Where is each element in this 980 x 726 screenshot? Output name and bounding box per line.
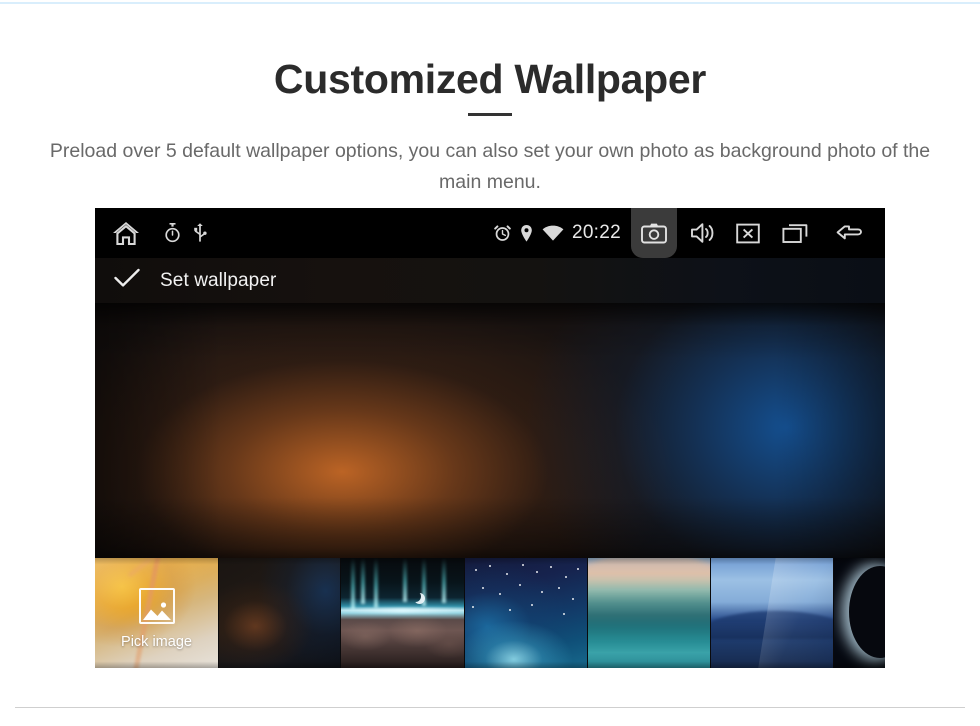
image-picker-icon <box>138 588 175 624</box>
android-screenshot-frame: 20:22 Set wallpaper Pick image <box>95 208 885 668</box>
status-bar-right-group: 20:22 <box>490 208 885 258</box>
title-accent-rule <box>468 113 512 116</box>
thumbnail-image-2 <box>341 558 464 668</box>
camera-icon[interactable] <box>631 208 677 258</box>
thumbnail-image-6 <box>834 558 885 668</box>
list-item[interactable] <box>588 558 710 668</box>
list-item[interactable] <box>711 558 833 668</box>
bottom-divider <box>15 707 965 708</box>
check-icon[interactable] <box>113 267 141 294</box>
home-icon[interactable] <box>95 219 157 247</box>
volume-icon[interactable] <box>681 222 725 244</box>
action-bar-title: Set wallpaper <box>160 269 277 291</box>
thumbnail-image-3 <box>465 558 587 668</box>
android-status-bar: 20:22 <box>95 208 885 258</box>
earth-surface <box>341 615 464 668</box>
thumbnail-image-1 <box>219 558 340 668</box>
wave-arc <box>588 558 710 668</box>
list-item[interactable] <box>834 558 885 668</box>
set-wallpaper-action-bar[interactable]: Set wallpaper <box>95 258 885 303</box>
status-bar-left-group <box>95 208 213 258</box>
wifi-icon[interactable] <box>538 225 568 242</box>
page-root: Customized Wallpaper Preload over 5 defa… <box>0 0 980 726</box>
usb-icon[interactable] <box>187 222 213 244</box>
location-pin-icon[interactable] <box>516 224 538 243</box>
list-item[interactable] <box>219 558 340 668</box>
wallpaper-thumbnail-strip[interactable]: Pick image <box>95 558 885 668</box>
earth-limb <box>849 566 885 658</box>
stopwatch-icon[interactable] <box>157 223 187 243</box>
list-item[interactable] <box>341 558 464 668</box>
page-subtitle: Preload over 5 default wallpaper options… <box>49 140 931 193</box>
status-bar-clock: 20:22 <box>571 222 621 243</box>
starfield <box>465 558 587 668</box>
alarm-clock-icon[interactable] <box>490 224 516 242</box>
close-box-icon[interactable] <box>725 223 771 244</box>
geometric-sheen <box>756 558 833 668</box>
recents-icon[interactable] <box>771 223 819 244</box>
page-title: Customized Wallpaper <box>273 56 707 102</box>
thumbnail-image-4 <box>588 558 710 668</box>
wallpaper-preview[interactable] <box>95 303 885 558</box>
crescent-moon <box>410 591 421 602</box>
thumbnail-image-5 <box>711 558 833 668</box>
preview-vignette <box>95 303 885 558</box>
horizon-glow <box>341 607 464 613</box>
list-item[interactable]: Pick image <box>95 558 218 668</box>
back-arrow-icon[interactable] <box>819 222 885 244</box>
top-divider <box>0 2 980 4</box>
thumbnail-label: Pick image <box>121 634 192 650</box>
list-item[interactable] <box>465 558 587 668</box>
